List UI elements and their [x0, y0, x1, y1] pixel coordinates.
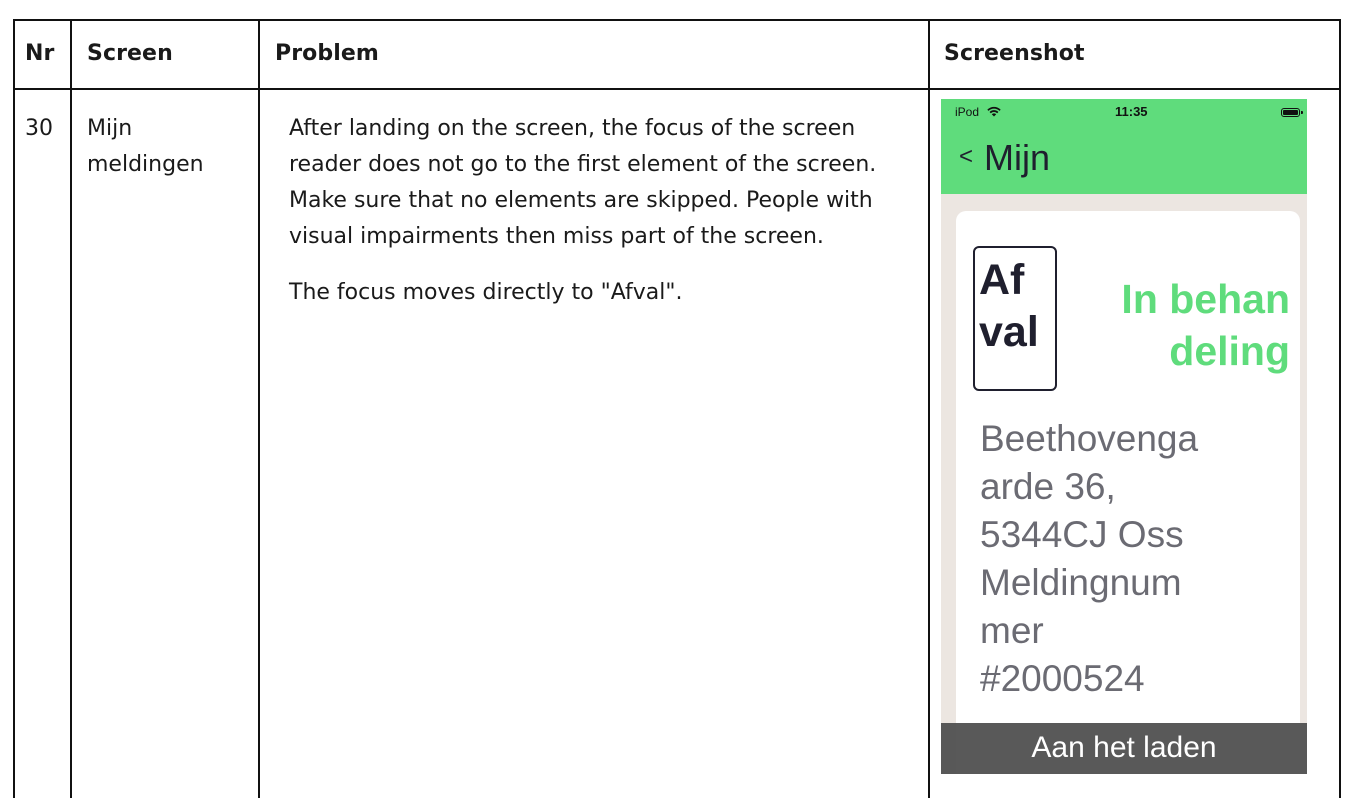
problem-paragraph-2: The focus moves directly to "Afval". — [289, 280, 683, 305]
table-border-left — [13, 19, 15, 798]
header-screenshot: Screenshot — [944, 41, 1085, 66]
report-number: Meldingnum mer #2000524 — [980, 559, 1290, 703]
status-time: 11:35 — [1115, 104, 1148, 119]
number-line3: #2000524 — [980, 658, 1145, 699]
category-tag-line1: Af — [979, 256, 1025, 304]
report-status: In behan deling — [1076, 273, 1290, 377]
report-address: Beethovenga arde 36, 5344CJ Oss — [980, 415, 1290, 559]
app-title: Mijn — [984, 137, 1051, 178]
category-tag-line2: val — [979, 308, 1039, 356]
header-nr: Nr — [25, 41, 55, 66]
number-line1: Meldingnum — [980, 562, 1182, 603]
header-screen: Screen — [87, 41, 173, 66]
report-status-line2: deling — [1169, 328, 1290, 374]
address-line3: 5344CJ Oss — [980, 514, 1184, 555]
table-border-top — [13, 19, 1341, 21]
report-status-line1: In behan — [1121, 276, 1290, 322]
status-carrier: iPod — [955, 105, 980, 119]
wifi-icon — [987, 106, 1001, 117]
category-tag[interactable]: Af val — [973, 246, 1057, 391]
problem-paragraph-1: After landing on the screen, the focus o… — [289, 116, 877, 249]
battery-icon — [1281, 108, 1303, 117]
col-divider-3 — [928, 19, 930, 798]
back-chevron-icon[interactable]: < — [959, 143, 973, 171]
number-line2: mer — [980, 610, 1044, 651]
row-problem: After landing on the screen, the focus o… — [289, 111, 925, 331]
app-screenshot: iPod 11:35 < Mijn Af val In behan deling… — [941, 99, 1307, 774]
row-screen-line1: Mijn — [87, 116, 133, 141]
address-line1: Beethovenga — [980, 418, 1199, 459]
address-line2: arde 36, — [980, 466, 1116, 507]
col-divider-2 — [258, 19, 260, 798]
table-header-divider — [13, 88, 1341, 90]
row-screen: Mijn meldingen — [87, 111, 257, 183]
app-header: iPod 11:35 < Mijn — [941, 99, 1307, 194]
header-problem: Problem — [275, 41, 379, 66]
table-border-right — [1339, 19, 1341, 798]
loading-toast: Aan het laden — [941, 723, 1307, 774]
col-divider-1 — [70, 19, 72, 798]
report-card[interactable]: Af val In behan deling Beethovenga arde … — [956, 211, 1300, 774]
row-screen-line2: meldingen — [87, 152, 204, 177]
row-nr: 30 — [25, 116, 53, 141]
